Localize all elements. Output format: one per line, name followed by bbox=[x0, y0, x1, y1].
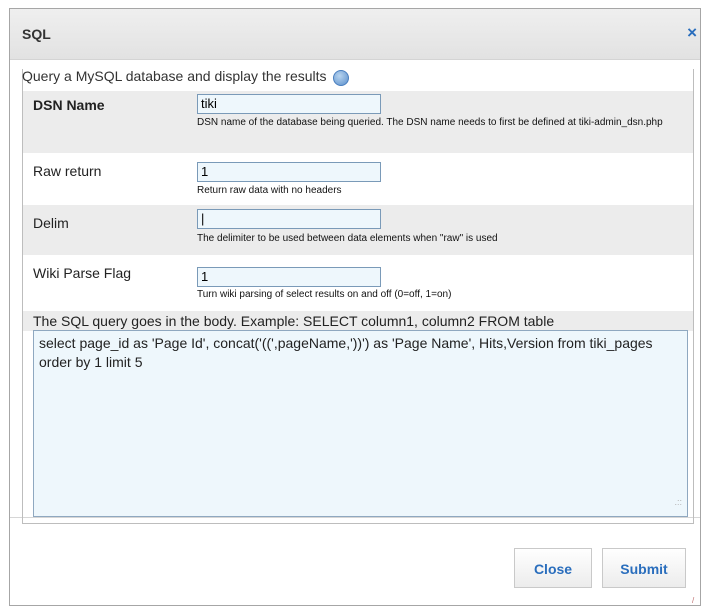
param-label-dsn: DSN Name bbox=[33, 97, 105, 113]
sql-dialog: SQL × Query a MySQL database and display… bbox=[9, 8, 701, 606]
dialog-content: Query a MySQL database and display the r… bbox=[10, 59, 700, 524]
body-label: The SQL query goes in the body. Example:… bbox=[23, 311, 693, 331]
delim-input[interactable]: | bbox=[197, 209, 381, 229]
submit-button[interactable]: Submit bbox=[602, 548, 686, 588]
resize-grip-icon[interactable]: .:: bbox=[674, 493, 682, 512]
dialog-title: SQL bbox=[22, 26, 51, 42]
close-icon[interactable]: × bbox=[687, 24, 697, 41]
dialog-resize-handle[interactable]: / bbox=[692, 597, 700, 605]
param-desc-dsn: DSN name of the database being queried. … bbox=[197, 117, 663, 128]
param-desc-wiki-parse: Turn wiki parsing of select results on a… bbox=[197, 289, 452, 300]
dsn-name-input[interactable]: tiki bbox=[197, 94, 381, 114]
param-label-raw: Raw return bbox=[33, 163, 102, 179]
param-desc-raw: Return raw data with no headers bbox=[197, 185, 342, 196]
param-row-raw: Raw return 1 Return raw data with no hea… bbox=[23, 153, 693, 205]
param-row-dsn: DSN Name tiki DSN name of the database b… bbox=[23, 91, 693, 153]
param-label-wiki-parse: Wiki Parse Flag bbox=[33, 265, 132, 281]
intro-text: Query a MySQL database and display the r… bbox=[22, 68, 349, 86]
sql-body-text: select page_id as 'Page Id', concat('(('… bbox=[39, 335, 653, 370]
raw-return-input[interactable]: 1 bbox=[197, 162, 381, 182]
param-row-delim: Delim | The delimiter to be used between… bbox=[23, 205, 693, 255]
dialog-titlebar[interactable]: SQL × bbox=[10, 9, 700, 60]
help-icon[interactable] bbox=[332, 70, 349, 86]
close-button[interactable]: Close bbox=[514, 548, 592, 588]
param-desc-delim: The delimiter to be used between data el… bbox=[197, 233, 498, 244]
param-row-wiki-parse: Wiki Parse Flag 1 Turn wiki parsing of s… bbox=[23, 255, 693, 311]
param-label-delim: Delim bbox=[33, 215, 69, 231]
intro-label: Query a MySQL database and display the r… bbox=[22, 68, 327, 84]
wiki-parse-flag-input[interactable]: 1 bbox=[197, 267, 381, 287]
sql-body-textarea[interactable]: select page_id as 'Page Id', concat('(('… bbox=[33, 330, 688, 517]
